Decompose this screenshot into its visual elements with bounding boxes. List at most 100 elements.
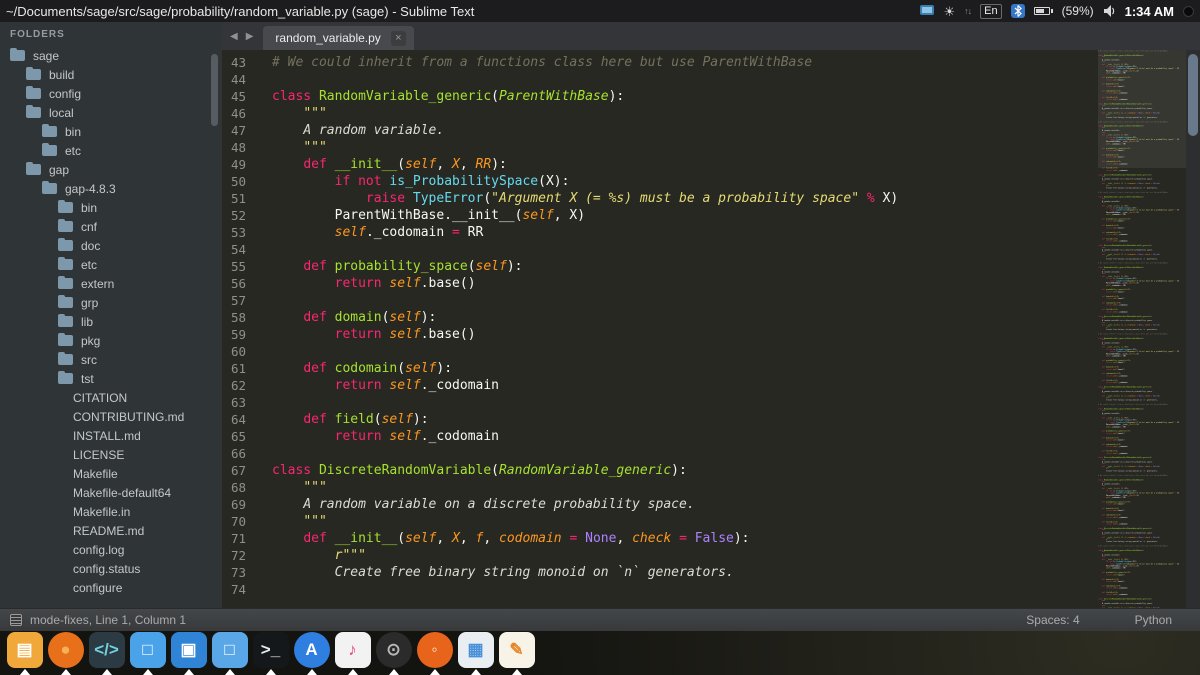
sidebar-item-label: Makefile-default64 [73,485,172,500]
dock-item-tray-app: ▤ [4,631,45,675]
file-icon [58,468,65,479]
code-line-52[interactable]: 52 ParentWithBase.__init__(self, X) [222,207,1098,224]
code-line-53[interactable]: 53 self._codomain = RR [222,224,1098,241]
minimap-viewport[interactable] [1098,50,1186,168]
code-line-56[interactable]: 56 return self.base() [222,275,1098,292]
keyboard-layout[interactable]: En [980,3,1002,19]
sidebar-item-local[interactable]: local [0,103,222,122]
sidebar-item-src[interactable]: src [0,350,222,369]
sidebar-item-sage[interactable]: sage [0,46,222,65]
sidebar-item-label: bin [65,124,82,139]
code-line-55[interactable]: 55 def probability_space(self): [222,258,1098,275]
display-icon[interactable] [920,5,935,17]
code-line-63[interactable]: 63 [222,394,1098,411]
scrollbar-handle[interactable] [1188,54,1198,136]
code-line-70[interactable]: 70 """ [222,513,1098,530]
code-line-44[interactable]: 44 [222,71,1098,88]
code-editor[interactable]: 43 # We could inherit from a functions cl… [222,50,1098,608]
sidebar-item-gap[interactable]: gap [0,160,222,179]
code-line-62[interactable]: 62 return self._codomain [222,377,1098,394]
sidebar-item-readme.md[interactable]: README.md [0,521,222,540]
sidebar-item-grp[interactable]: grp [0,293,222,312]
code-line-73[interactable]: 73 Create free binary string monoid on `… [222,564,1098,581]
sidebar-item-label: README.md [73,523,145,538]
sidebar-item-configure[interactable]: configure [0,578,222,597]
code-line-61[interactable]: 61 def codomain(self): [222,360,1098,377]
sidebar-item-license[interactable]: LICENSE [0,445,222,464]
sidebar-item-makefile.in[interactable]: Makefile.in [0,502,222,521]
code-line-43[interactable]: 43 # We could inherit from a functions cl… [222,54,1098,71]
sidebar-scrollbar[interactable] [211,54,218,126]
tab-random-variable[interactable]: random_variable.py × [263,26,414,50]
battery-icon[interactable] [1033,7,1053,15]
code-line-45[interactable]: 45 class RandomVariable_generic(ParentWit… [222,88,1098,105]
sublime-window: FOLDERS sage build config local bin etc gap gap… [0,22,1200,631]
indentation-setting[interactable]: Spaces: 4 [1026,613,1079,627]
code-line-47[interactable]: 47 A random variable. [222,122,1098,139]
status-icon[interactable] [10,614,22,626]
sidebar-item-etc[interactable]: etc [0,255,222,274]
code-line-48[interactable]: 48 """ [222,139,1098,156]
sidebar-item-config.log[interactable]: config.log [0,540,222,559]
minimap[interactable]: # We could inherit from a functions clas… [1098,50,1186,608]
code-line-66[interactable]: 66 [222,445,1098,462]
sidebar-item-cnf[interactable]: cnf [0,217,222,236]
code-line-50[interactable]: 50 if not is_ProbabilitySpace(X): [222,173,1098,190]
sidebar-item-doc[interactable]: doc [0,236,222,255]
brightness-icon[interactable]: ☀ [943,5,955,18]
sidebar-item-citation[interactable]: CITATION [0,388,222,407]
sidebar-item-install.md[interactable]: INSTALL.md [0,426,222,445]
code-line-69[interactable]: 69 A random variable on a discrete proba… [222,496,1098,513]
folder-icon [26,86,41,99]
sidebar-item-contributing.md[interactable]: CONTRIBUTING.md [0,407,222,426]
code-line-54[interactable]: 54 [222,241,1098,258]
history-back-button[interactable]: ◀ [226,31,242,42]
line-number: 43 [230,55,246,70]
sidebar-item-config.status[interactable]: config.status [0,559,222,578]
code-line-72[interactable]: 72 r""" [222,547,1098,564]
code-line-46[interactable]: 46 """ [222,105,1098,122]
sidebar-item-tst[interactable]: tst [0,369,222,388]
power-icon[interactable] [1183,5,1194,17]
code-line-59[interactable]: 59 return self.base() [222,326,1098,343]
sidebar-item-config[interactable]: config [0,84,222,103]
editor-scrollbar[interactable] [1186,50,1200,608]
history-forward-button[interactable]: ▶ [242,31,258,42]
code-line-64[interactable]: 64 def field(self): [222,411,1098,428]
tray-app-icon[interactable]: ▤ [6,632,43,668]
sidebar-item-extern[interactable]: extern [0,274,222,293]
sidebar-item-build[interactable]: build [0,65,222,84]
clock[interactable]: 1:34 AM [1125,4,1174,19]
tab-close-button[interactable]: × [390,30,406,46]
code-line-65[interactable]: 65 return self._codomain [222,428,1098,445]
bluetooth-icon[interactable] [1010,4,1025,18]
code-line-49[interactable]: 49 def __init__(self, X, RR): [222,156,1098,173]
folder-icon [58,238,73,251]
window-title: ~/Documents/sage/src/sage/probability/ra… [6,3,475,19]
code-line-51[interactable]: 51 raise TypeError("Argument X (= %s) mu… [222,190,1098,207]
sidebar-item-gap-4.8.3[interactable]: gap-4.8.3 [0,179,222,198]
line-number: 47 [230,123,246,138]
volume-icon[interactable] [1103,5,1116,17]
syntax-mode[interactable]: Python [1135,613,1172,627]
updates-icon[interactable]: ↑↓ [964,6,972,16]
code-line-68[interactable]: 68 """ [222,479,1098,496]
code-line-57[interactable]: 57 [222,292,1098,309]
sidebar-item-lib[interactable]: lib [0,312,222,331]
line-number: 56 [230,276,246,291]
sidebar-item-label: bin [81,200,98,215]
code-line-60[interactable]: 60 [222,343,1098,360]
folder-icon [26,67,41,80]
sidebar-item-makefile-default64[interactable]: Makefile-default64 [0,483,222,502]
sidebar-item-label: lib [81,314,94,329]
sidebar-item-makefile[interactable]: Makefile [0,464,222,483]
code-line-67[interactable]: 67 class DiscreteRandomVariable(RandomVar… [222,462,1098,479]
code-line-74[interactable]: 74 [222,581,1098,598]
sidebar-item-etc[interactable]: etc [0,141,222,160]
folders-header: FOLDERS [10,29,65,40]
sidebar-item-bin[interactable]: bin [0,122,222,141]
code-line-71[interactable]: 71 def __init__(self, X, f, codomain = N… [222,530,1098,547]
code-line-58[interactable]: 58 def domain(self): [222,309,1098,326]
sidebar-item-pkg[interactable]: pkg [0,331,222,350]
sidebar-item-bin[interactable]: bin [0,198,222,217]
